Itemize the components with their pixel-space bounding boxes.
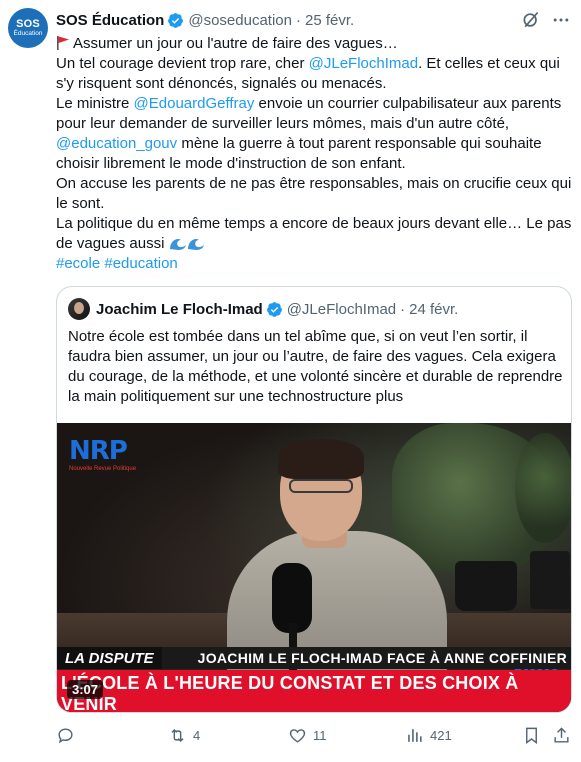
tweet-header: SOS Éducation @soseducation · 25 févr.: [56, 10, 571, 30]
episode-guests: JOACHIM LE FLOCH-IMAD FACE À ANNE COFFIN…: [197, 650, 567, 666]
bookmark-icon: [526, 727, 537, 744]
nrp-logo-text: NRP: [69, 436, 128, 466]
quoted-tweet-header: Joachim Le Floch-Imad @JLeFlochImad · 24…: [68, 298, 459, 320]
video-person-glasses: [289, 479, 353, 493]
show-name: LA DISPUTE: [57, 647, 162, 669]
tweet-line-1: Assumer un jour ou l'autre de faire des …: [56, 34, 572, 54]
retweet-count: 4: [193, 727, 201, 743]
video-duration: 3:07: [67, 680, 104, 699]
video-plant: [515, 433, 571, 543]
video-plant-pot: [455, 561, 517, 611]
tweet-date[interactable]: 25 févr.: [305, 12, 354, 29]
mention-jlefloch[interactable]: @JLeFlochImad: [309, 55, 418, 72]
video-lower-third: LA DISPUTE JOACHIM LE FLOCH-IMAD FACE À …: [57, 647, 571, 669]
quoted-header-separator: ·: [400, 300, 406, 318]
author-avatar[interactable]: SOS Éducation: [8, 8, 48, 48]
hashtags[interactable]: #ecole #education: [56, 254, 572, 274]
nrp-logo-subtitle: Nouvelle Revue Politique: [69, 466, 137, 472]
header-actions: [521, 10, 571, 30]
share-button[interactable]: [552, 726, 571, 745]
share-icon: [554, 726, 569, 743]
tweet-line-3: Le ministre @EdouardGeffray envoie un co…: [56, 94, 572, 174]
red-flag-icon: [57, 36, 69, 50]
nrp-logo: NRP Nouvelle Revue Politique: [69, 437, 137, 479]
video-person-hair: [278, 439, 364, 479]
quoted-tweet[interactable]: Joachim Le Floch-Imad @JLeFlochImad · 24…: [56, 286, 572, 713]
like-button[interactable]: 11: [288, 726, 327, 745]
tweet-text: Assumer un jour ou l'autre de faire des …: [56, 34, 572, 274]
tweet-line-2-text-a: Un tel courage devient trop rare, cher: [56, 55, 309, 72]
tweet-line-4: On accuse les parents de ne pas être res…: [56, 175, 572, 212]
mention-education-gouv[interactable]: @education_gouv: [56, 135, 177, 152]
quoted-tweet-text: Notre école est tombée dans un tel abîme…: [68, 328, 563, 405]
wave-emoji-icon: [187, 239, 204, 250]
tweet-line-2: Un tel courage devient trop rare, cher @…: [56, 54, 572, 94]
like-count: 11: [313, 727, 327, 743]
verified-badge-icon: [266, 301, 282, 317]
more-options-icon[interactable]: [551, 10, 571, 30]
video-headline-band: L'ÉCOLE À L'HEURE DU CONSTAT ET DES CHOI…: [57, 670, 571, 713]
author-handle[interactable]: @soseducation: [188, 12, 292, 29]
verified-badge-icon: [168, 12, 184, 28]
quoted-author-avatar: [68, 298, 90, 320]
bookmark-button[interactable]: [522, 726, 541, 745]
author-name[interactable]: SOS Éducation: [56, 12, 164, 29]
header-separator: ·: [295, 11, 301, 29]
reply-icon: [58, 727, 73, 743]
mention-edouardgeffray[interactable]: @EdouardGeffray: [134, 95, 255, 112]
video-headline: L'ÉCOLE À L'HEURE DU CONSTAT ET DES CHOI…: [61, 673, 519, 713]
grok-icon[interactable]: [521, 10, 541, 30]
avatar-text-education: Éducation: [13, 29, 43, 37]
views-chart-icon: [408, 728, 422, 742]
quoted-author-handle: @JLeFlochImad: [286, 300, 397, 318]
retweet-button[interactable]: 4: [168, 726, 200, 745]
quoted-author-name: Joachim Le Floch-Imad: [96, 300, 263, 318]
tweet-line-3-text-a: Le ministre: [56, 95, 134, 112]
retweet-icon: [171, 728, 184, 742]
heart-icon: [289, 728, 306, 743]
views-button[interactable]: 421: [405, 726, 452, 745]
avatar-text-sos: SOS: [16, 17, 40, 30]
quoted-tweet-date: 24 févr.: [409, 300, 459, 318]
views-count: 421: [430, 727, 452, 743]
tweet-line-1-text: Assumer un jour ou l'autre de faire des …: [73, 35, 398, 52]
tweet-line-5: La politique du en même temps a encore d…: [56, 214, 572, 254]
video-plant-pot: [530, 551, 570, 609]
tweet-line-5-text: La politique du en même temps a encore d…: [56, 215, 572, 252]
wave-emoji-icon: [169, 239, 186, 250]
video-player[interactable]: NRP Nouvelle Revue Politique NRP Nouvell…: [57, 423, 571, 713]
tweet-action-bar: 4 11 421: [52, 722, 573, 748]
reply-button[interactable]: [56, 726, 75, 745]
